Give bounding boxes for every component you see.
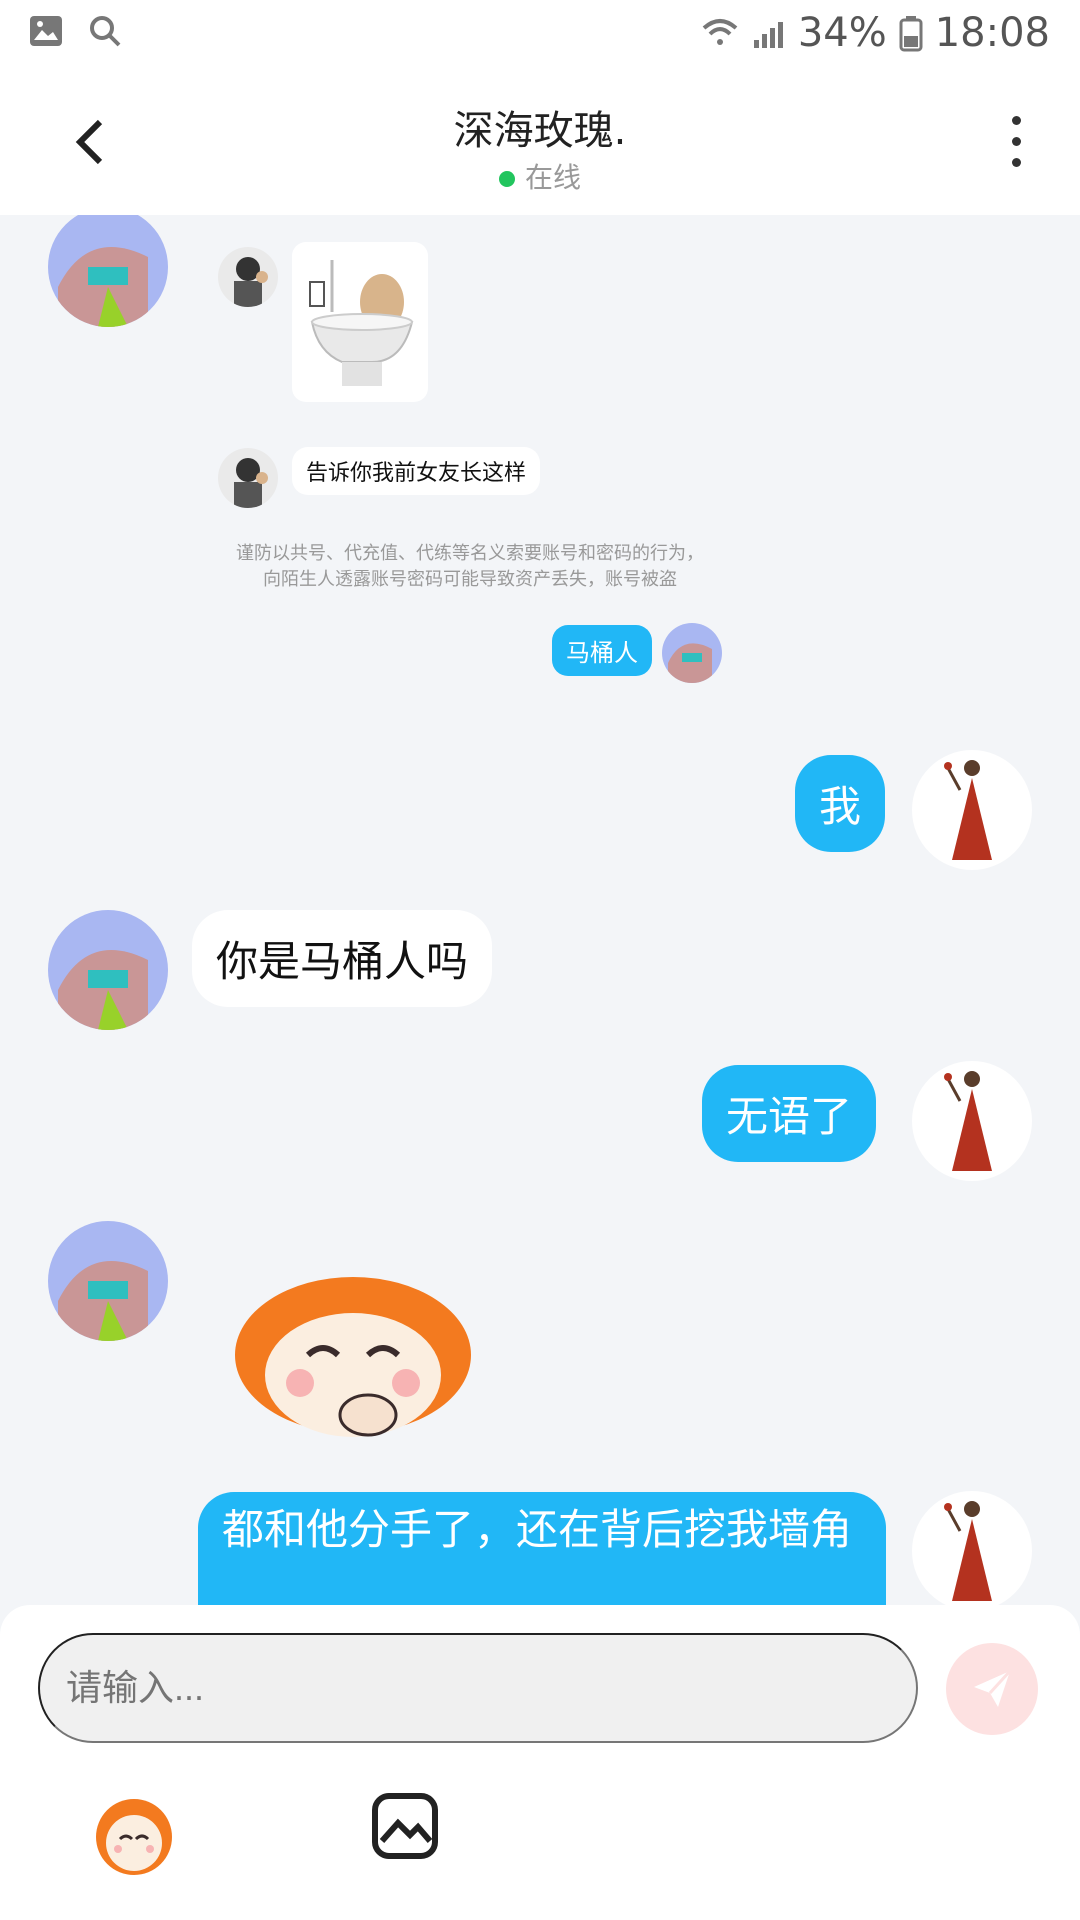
avatar-other[interactable] <box>48 910 168 1030</box>
avatar-me[interactable] <box>912 750 1032 870</box>
online-label: 在线 <box>524 161 581 194</box>
signal-icon <box>753 22 783 48</box>
battery-icon <box>899 16 923 52</box>
avatar-other[interactable] <box>48 1221 168 1341</box>
message-me-long[interactable]: 都和他分手了，还在背后挖我墙角 <box>198 1492 886 1605</box>
wifi-icon <box>702 19 738 45</box>
mascot-sticker[interactable] <box>228 1255 478 1445</box>
status-bar: 34% 18:08 <box>0 0 1080 72</box>
emoji-button[interactable] <box>92 1795 176 1879</box>
chat-header: 深海玫瑰. 在线 <box>0 72 1080 215</box>
avatar-other-small[interactable] <box>218 448 278 508</box>
message-tag[interactable]: 马桶人 <box>552 625 652 676</box>
send-icon <box>974 1669 1012 1707</box>
online-status: 在线 <box>0 156 1080 196</box>
toilet-sticker[interactable] <box>292 242 428 402</box>
send-button[interactable] <box>946 1643 1038 1735</box>
message-me[interactable]: 我 <box>795 755 886 852</box>
more-icon[interactable] <box>996 116 1036 176</box>
contact-name: 深海玫瑰. <box>453 108 627 154</box>
avatar-small-tag[interactable] <box>662 623 722 683</box>
image-picker-button[interactable] <box>372 1793 438 1859</box>
message-other[interactable]: 你是马桶人吗 <box>192 910 493 1007</box>
search-icon <box>90 16 121 47</box>
online-dot <box>498 171 515 187</box>
message-input[interactable] <box>38 1633 918 1743</box>
avatar-me[interactable] <box>912 1061 1032 1181</box>
message-text[interactable]: 告诉你我前女友长这样 <box>292 447 541 495</box>
chat-area[interactable]: 告诉你我前女友长这样 谨防以共号、代充值、代练等名义索要账号和密码的行为，向陌生… <box>0 215 1080 1605</box>
emoji-icon <box>96 1799 172 1875</box>
security-notice: 谨防以共号、代充值、代练等名义索要账号和密码的行为，向陌生人透露账号密码可能导致… <box>236 543 704 590</box>
image-icon <box>372 1793 438 1859</box>
message-me[interactable]: 无语了 <box>702 1065 877 1162</box>
gallery-icon <box>30 16 62 46</box>
composer <box>0 1605 1080 1920</box>
clock: 18:08 <box>934 10 1050 56</box>
battery-percent: 34% <box>797 10 887 56</box>
avatar-me[interactable] <box>912 1491 1032 1605</box>
avatar-other[interactable] <box>48 215 168 327</box>
avatar-other-small[interactable] <box>218 247 278 307</box>
